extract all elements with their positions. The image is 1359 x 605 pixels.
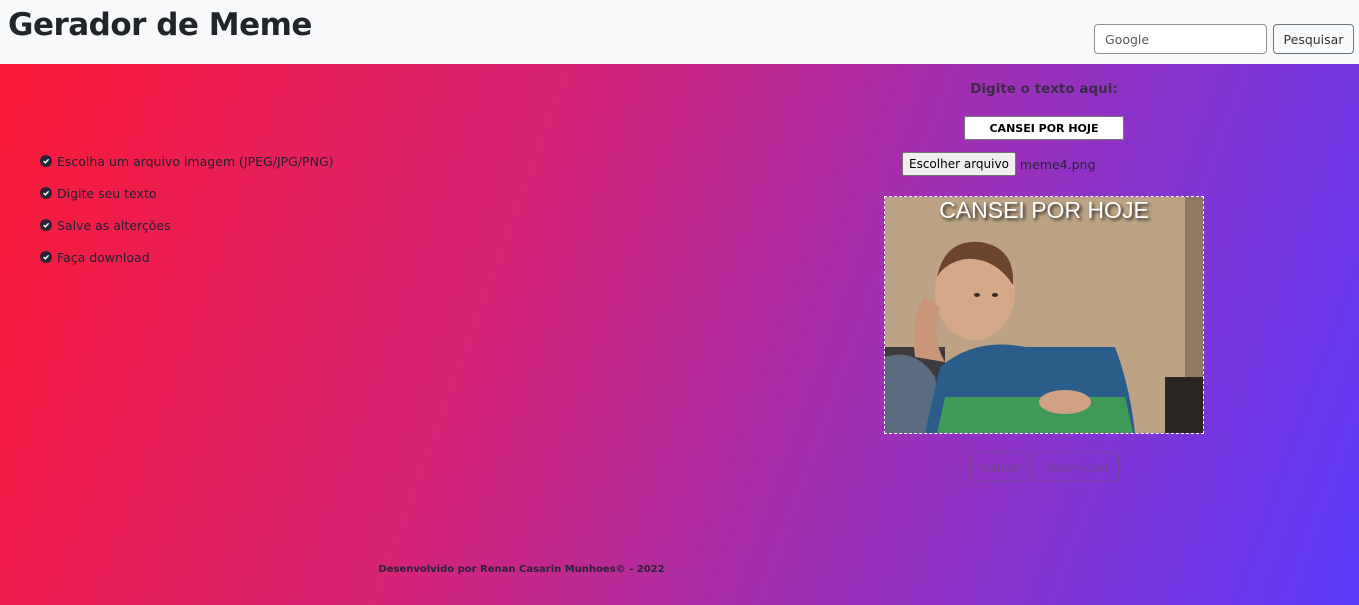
check-circle-icon <box>40 187 52 199</box>
meme-image <box>885 197 1203 433</box>
step-label: Escolha um arquivo imagem (JPEG/JPG/PNG) <box>57 153 334 169</box>
step-item: Digite seu texto <box>40 177 334 209</box>
meme-caption: CANSEI POR HOJE <box>939 197 1149 223</box>
search-button[interactable]: Pesquisar <box>1273 24 1354 54</box>
step-label: Faça download <box>57 249 150 265</box>
download-button[interactable]: Download <box>1035 452 1120 482</box>
main-area: Escolha um arquivo imagem (JPEG/JPG/PNG)… <box>0 64 1359 605</box>
text-prompt-label: Digite o texto aqui: <box>970 81 1118 97</box>
step-item: Salve as alterções <box>40 209 334 241</box>
steps-list: Escolha um arquivo imagem (JPEG/JPG/PNG)… <box>40 145 334 273</box>
check-circle-icon <box>40 251 52 263</box>
step-item: Escolha um arquivo imagem (JPEG/JPG/PNG) <box>40 145 334 177</box>
check-circle-icon <box>40 219 52 231</box>
footer-text: Desenvolvido por Renan Casarin Munhoes© … <box>378 564 665 575</box>
meme-preview: CANSEI POR HOJE <box>884 196 1204 434</box>
page-title: Gerador de Meme <box>8 7 312 43</box>
meme-text-input[interactable] <box>964 116 1124 140</box>
step-label: Salve as alterções <box>57 217 171 233</box>
file-picker: Escolher arquivo meme4.png <box>902 152 1095 176</box>
footer: Desenvolvido por Renan Casarin Munhoes© … <box>0 564 1359 575</box>
choose-file-button[interactable]: Escolher arquivo <box>902 152 1016 176</box>
action-buttons: Salvar Download <box>970 452 1120 482</box>
navbar: Gerador de Meme Pesquisar <box>0 0 1359 64</box>
check-circle-icon <box>40 155 52 167</box>
save-button[interactable]: Salvar <box>970 452 1032 482</box>
search-input[interactable] <box>1094 24 1267 54</box>
step-label: Digite seu texto <box>57 185 157 201</box>
file-name: meme4.png <box>1019 156 1096 172</box>
step-item: Faça download <box>40 241 334 273</box>
